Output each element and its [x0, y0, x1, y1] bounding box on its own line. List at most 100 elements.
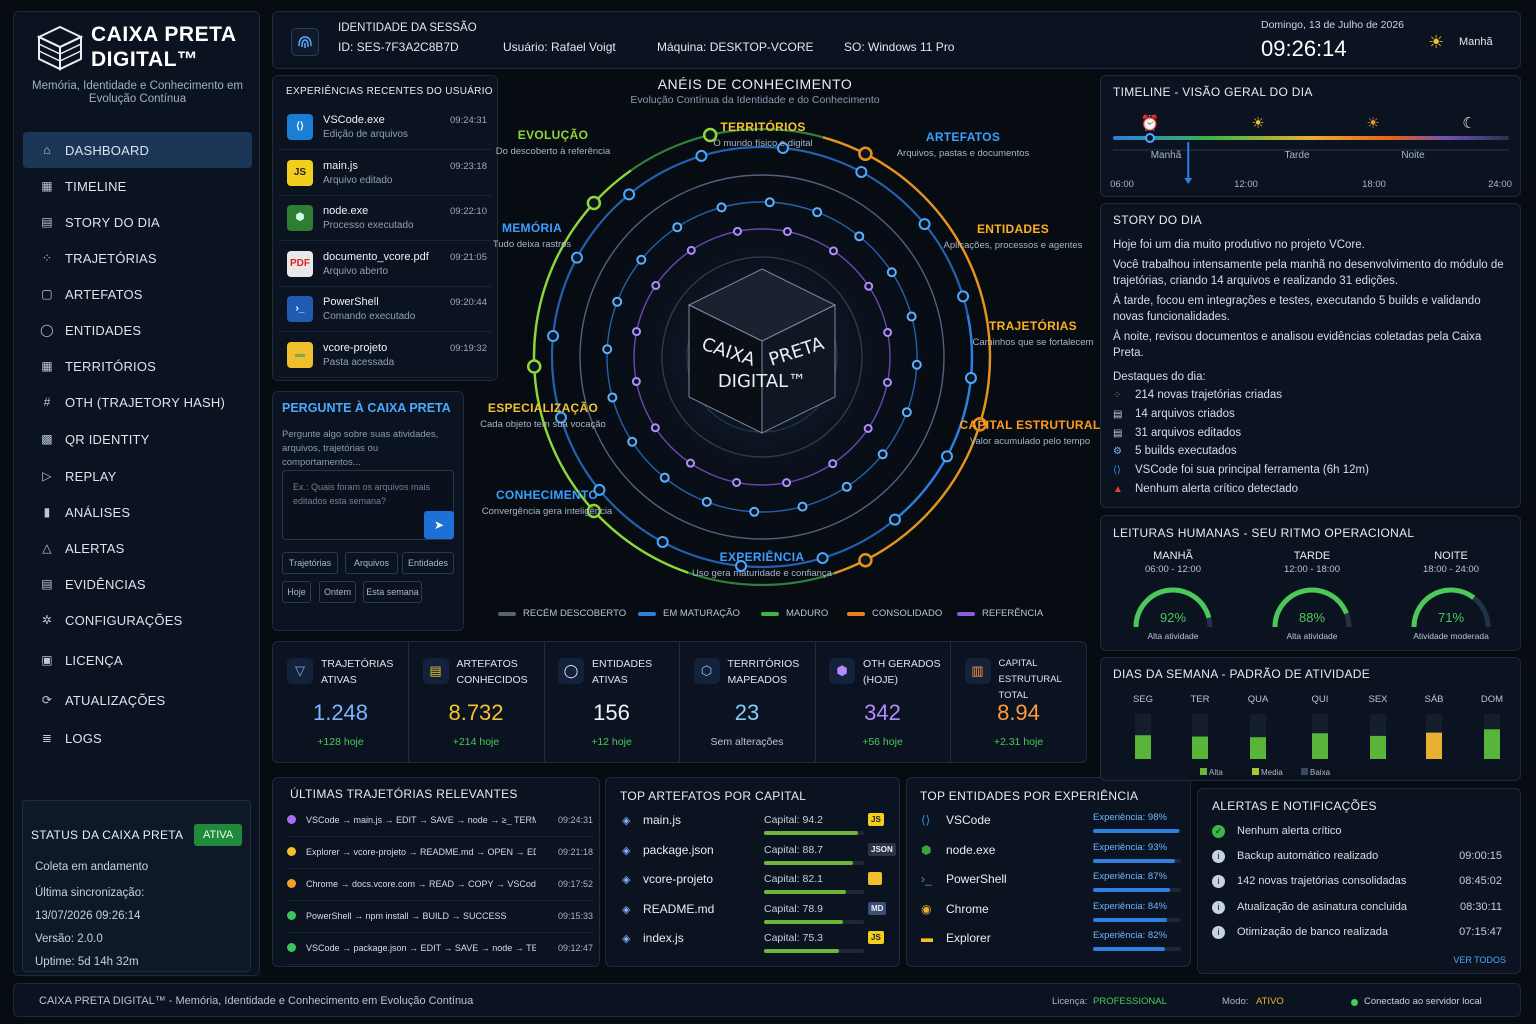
trajectory-dot-icon [287, 879, 296, 888]
sidebar-item-alertas[interactable]: △ ALERTAS [23, 530, 252, 566]
weekday-label: DOM [1481, 694, 1503, 705]
highlight-item: ⁘ 214 novas trajetórias criadas [1113, 389, 1282, 401]
alert-item[interactable]: i Backup automático realizado 09:00:15 [1212, 849, 1502, 869]
recent-item[interactable]: ›_ PowerShell Comando executado 09:20:44 [279, 288, 491, 332]
license-icon: ▣ [41, 653, 53, 667]
file-icon: ▤ [1113, 427, 1123, 439]
ask-input-box[interactable]: Ex.: Quais foram os arquivos mais editad… [282, 470, 454, 540]
gauge-name: NOITE [1434, 550, 1468, 562]
highlight-item: ▲ Nenhum alerta crítico detectado [1113, 483, 1298, 495]
send-button[interactable]: ➤ [424, 511, 454, 539]
ring-node [701, 496, 712, 507]
ring-node [886, 267, 897, 278]
sidebar-item-artefatos[interactable]: ▢ ARTEFATOS [23, 276, 252, 312]
trajectory-row[interactable]: VSCode → main.js → EDIT → SAVE → node → … [287, 805, 593, 837]
artifact-row[interactable]: ◈ index.js Capital: 75.3 JS [618, 929, 884, 958]
sidebar-item-trajet-rias[interactable]: ⁘ TRAJETÓRIAS [23, 240, 252, 276]
ring-node [888, 513, 901, 526]
entity-row[interactable]: ⬢ node.exe Experiência: 93% [919, 841, 1181, 870]
ring-node [828, 459, 838, 469]
sidebar-item-licen-a[interactable]: ▣ LICENÇA [23, 642, 252, 678]
sidebar-item-evid-ncias[interactable]: ▤ EVIDÊNCIAS [23, 566, 252, 602]
sidebar-item-timeline[interactable]: ▦ TIMELINE [23, 168, 252, 204]
legend-swatch [847, 611, 865, 616]
ask-chip[interactable]: Ontem [319, 581, 356, 603]
artifact-row[interactable]: ◈ package.json Capital: 88.7 JSON [618, 841, 896, 870]
sidebar-item-atualiza-es[interactable]: ⟳ ATUALIZAÇÕES [23, 682, 252, 718]
story-panel: STORY DO DIA Hoje foi um dia muito produ… [1100, 203, 1521, 508]
recent-item[interactable]: ▬ vcore-projeto Pasta acessada 09:19:32 [279, 334, 491, 378]
artifact-row[interactable]: ◈ README.md Capital: 78.9 MD [618, 900, 887, 929]
folder-icon: ▬ [868, 872, 882, 885]
ask-panel: PERGUNTE À CAIXA PRETA Pergunte algo sob… [272, 391, 464, 631]
sidebar-item-territ-rios[interactable]: ▦ TERRITÓRIOS [23, 348, 252, 384]
trajectory-path: PowerShell → npm install → BUILD → SUCCE… [306, 911, 507, 921]
alert-item[interactable]: i 142 novas trajetórias consolidadas 08:45… [1212, 874, 1502, 894]
sidebar-item-dashboard[interactable]: ⌂ DASHBOARD [23, 132, 252, 168]
ring-node [841, 481, 852, 492]
chart-icon: ▮ [43, 505, 51, 519]
ask-chip[interactable]: Esta semana [363, 581, 422, 603]
recent-item[interactable]: ⟨⟩ VSCode.exe Edição de arquivos 09:24:31 [279, 106, 491, 150]
sunset-icon: ☀ [1366, 114, 1379, 132]
entity-row[interactable]: ›_ PowerShell Experiência: 87% [919, 870, 1181, 899]
entity-bar [1093, 917, 1181, 922]
ring-node [612, 296, 623, 307]
artifact-bar-fill [764, 949, 839, 953]
timeline-dot [1145, 133, 1155, 143]
sidebar-item-oth-trajetory-hash-[interactable]: # OTH (TRAJETORY HASH) [23, 384, 252, 420]
sidebar-item-configura-es[interactable]: ✲ CONFIGURAÇÕES [23, 602, 252, 638]
stat-label-line: TERRITÓRIOS [727, 658, 800, 670]
sidebar-item-an-lises[interactable]: ▮ ANÁLISES [23, 494, 252, 530]
ask-chip[interactable]: Entidades [402, 552, 454, 574]
entity-bar-fill [1093, 888, 1170, 892]
legend-swatch [957, 611, 975, 616]
recent-item[interactable]: JS main.js Arquivo editado 09:23:18 [279, 152, 491, 196]
cube-text: DIGITAL™ [718, 371, 806, 392]
sun-icon: ☀ [1251, 114, 1264, 132]
alert-item[interactable]: ✓ Nenhum alerta crítico [1212, 824, 1502, 844]
entity-row[interactable]: ⟨⟩ VSCode Experiência: 98% [919, 811, 1181, 840]
weekday-label: QUI [1312, 694, 1329, 705]
trajectory-row[interactable]: Chrome → docs.vcore.com → READ → COPY → … [287, 869, 593, 901]
user-icon: ◯ [40, 323, 54, 337]
see-all-link[interactable]: VER TODOS [1453, 955, 1506, 965]
sidebar-item-qr-identity[interactable]: ▩ QR IDENTITY [23, 421, 252, 457]
trajectory-time: 09:12:47 [557, 943, 593, 953]
ask-chip[interactable]: Hoje [282, 581, 311, 603]
sidebar-item-entidades[interactable]: ◯ ENTIDADES [23, 312, 252, 348]
alert-item[interactable]: i Atualização de asinatura concluida 08:30… [1212, 900, 1502, 920]
alert-item[interactable]: i Otimização de banco realizada 07:15:47 [1212, 925, 1502, 945]
stat-label: ENTIDADES ATIVAS [592, 656, 652, 688]
ring-node [651, 280, 661, 290]
ask-chip[interactable]: Trajetórias [282, 552, 338, 574]
legend-swatch [638, 611, 656, 616]
sidebar-item-story-do-dia[interactable]: ▤ STORY DO DIA [23, 204, 252, 240]
ring-label-desc: Valor acumulado pelo tempo [969, 436, 1091, 447]
ring-node [656, 536, 669, 549]
stat-value: 156 [593, 700, 630, 725]
cube-icon: ⬡ [693, 658, 720, 684]
legend-label: EM MATURAÇÃO [663, 608, 740, 619]
trajectory-row[interactable]: VSCode → package.json → EDIT → SAVE → no… [287, 933, 593, 965]
ring-label-title: TERRITÓRIOS [720, 120, 806, 134]
trajectory-row[interactable]: Explorer → vcore-projeto → README.md → O… [287, 837, 593, 869]
highlight-text: Nenhum alerta crítico detectado [1135, 483, 1299, 495]
recent-item-sub: Pasta acessada [323, 356, 395, 368]
entity-row[interactable]: ▬ Explorer Experiência: 82% [919, 929, 1181, 958]
gauge-range: 12:00 - 18:00 [1284, 564, 1340, 575]
weekday-legend-swatch [1200, 768, 1207, 775]
ask-input-placeholder[interactable]: Ex.: Quais foram os arquivos mais editad… [293, 480, 433, 508]
ask-chip[interactable]: Arquivos [345, 552, 398, 574]
ring-node [901, 407, 912, 418]
artifact-row[interactable]: ◈ main.js Capital: 94.2 JS [618, 811, 884, 840]
sidebar-item-replay[interactable]: ▷ REPLAY [23, 458, 252, 494]
trajectory-row[interactable]: PowerShell → npm install → BUILD → SUCCE… [287, 901, 593, 933]
ring-node [957, 290, 970, 303]
stat-card: ▤ ARTEFATOS CONHECIDOS 8.732 +214 hoje [409, 642, 545, 762]
entity-row[interactable]: ◉ Chrome Experiência: 84% [919, 900, 1181, 929]
sidebar-item-label: ATUALIZAÇÕES [65, 692, 166, 708]
artifact-row[interactable]: ◈ vcore-projeto Capital: 82.1 ▬ [618, 870, 884, 899]
ring-node [685, 458, 695, 468]
sidebar-item-logs[interactable]: ≣ LOGS [23, 720, 252, 756]
